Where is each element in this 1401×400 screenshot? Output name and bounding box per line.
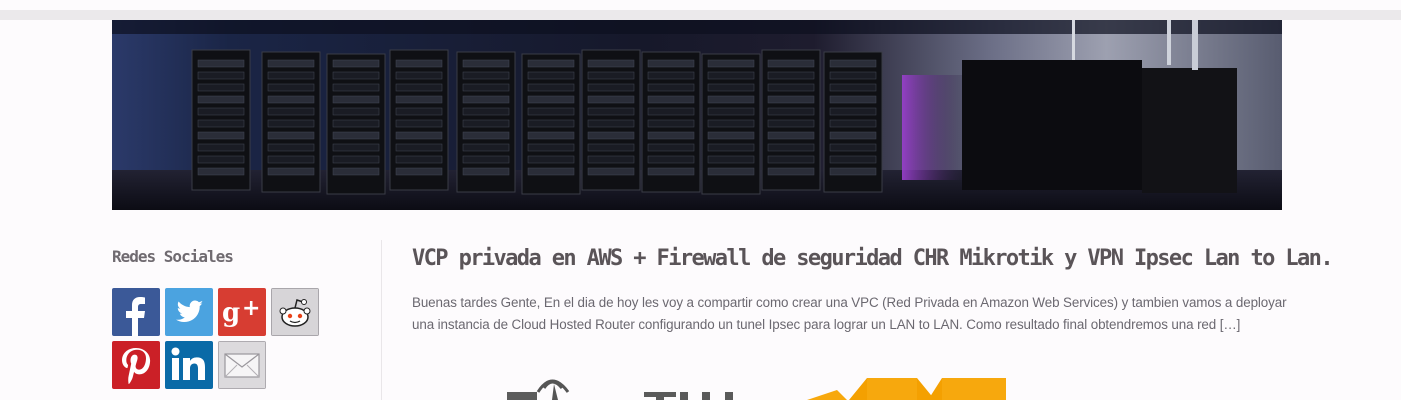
google-plus-share-link[interactable]: g + xyxy=(218,288,266,336)
pinterest-icon xyxy=(112,341,160,389)
pinterest-share-link[interactable] xyxy=(112,341,160,389)
header-banner-image xyxy=(112,20,1282,210)
twitter-icon xyxy=(165,288,213,336)
google-plus-icon: g + xyxy=(218,288,266,336)
linkedin-icon xyxy=(165,341,213,389)
post-excerpt: Buenas tardes Gente, En el dia de hoy le… xyxy=(412,295,1287,332)
email-share-link[interactable] xyxy=(218,341,266,389)
reddit-share-link[interactable] xyxy=(271,288,319,336)
svg-text:+: + xyxy=(242,296,260,321)
svg-text:g: g xyxy=(222,298,240,328)
facebook-icon xyxy=(112,288,160,336)
facebook-share-link[interactable] xyxy=(112,288,160,336)
email-icon xyxy=(218,341,266,389)
widget-title: Redes Sociales xyxy=(112,247,234,266)
reddit-icon xyxy=(271,288,319,336)
sidebar: Redes Sociales g + xyxy=(112,240,380,400)
column-divider xyxy=(381,240,382,400)
top-bar xyxy=(0,10,1401,20)
post-title-link[interactable]: VCP privada en AWS + Firewall de segurid… xyxy=(412,246,1334,271)
post-featured-image[interactable] xyxy=(412,372,1032,400)
linkedin-share-link[interactable] xyxy=(165,341,213,389)
twitter-share-link[interactable] xyxy=(165,288,213,336)
